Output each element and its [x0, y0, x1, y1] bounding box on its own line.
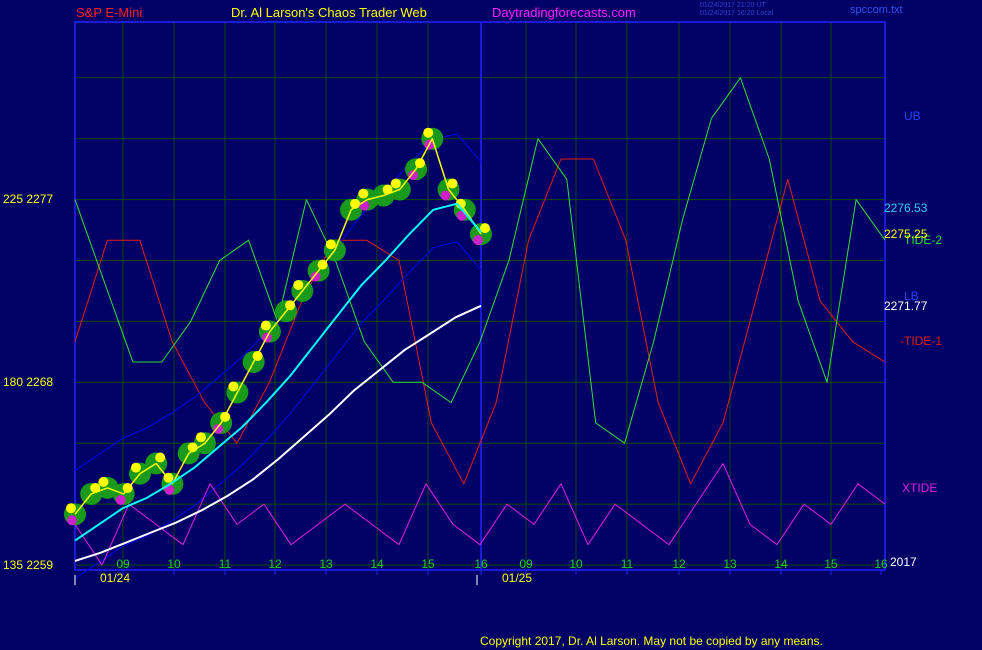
lower-band-line: [74, 241, 482, 580]
copyright-notice: Copyright 2017, Dr. Al Larson. May not b…: [480, 634, 823, 648]
x-tick-label: 13: [319, 557, 333, 571]
price-low-dot: [440, 190, 451, 201]
price-high-dot: [195, 432, 206, 443]
series-ema-long-line: [74, 304, 482, 562]
x-tick-label: 12: [672, 557, 686, 571]
x-tick-label: 14: [370, 557, 384, 571]
year-label: 2017: [890, 555, 917, 569]
price-low-dot: [67, 515, 77, 526]
price-high-dot: [358, 188, 369, 199]
price-high-dot: [98, 476, 109, 487]
x-tick-label: 15: [824, 557, 838, 571]
price-high-dot: [390, 178, 401, 189]
x-tick-label: 11: [621, 557, 634, 571]
y-tick-label: 225 2277: [3, 192, 53, 206]
price-high-dot: [66, 503, 76, 514]
tide1-label: -TIDE-1: [900, 334, 942, 348]
value-label-ema-long: 2271.77: [884, 299, 928, 313]
price-low-dot: [213, 423, 224, 434]
price-high-dot: [325, 239, 336, 250]
x-tick-label: 16: [474, 557, 488, 571]
series-ema-short-line: [74, 202, 482, 542]
grid-lines: [75, 22, 885, 570]
x-tick-label: 13: [723, 557, 737, 571]
x-tick-label: 16: [874, 557, 888, 571]
y-tick-label: 180 2268: [3, 375, 53, 389]
price-low-dot: [310, 271, 321, 282]
ub-label: UB: [904, 109, 921, 123]
value-label-ema-short: 2276.53: [884, 201, 928, 215]
price-high-dot: [155, 452, 166, 463]
x-tick-label: 15: [421, 557, 435, 571]
x-tick-label: 10: [167, 557, 181, 571]
x-tick-label: 11: [219, 557, 232, 571]
x-tick-label: 14: [774, 557, 788, 571]
x-tick-label: 09: [116, 557, 130, 571]
price-high-dot: [423, 127, 434, 138]
price-low-dot: [115, 494, 126, 505]
price-high-dot: [447, 178, 458, 189]
price-low-dot: [473, 235, 483, 246]
date-label: 01/25: [502, 571, 532, 585]
value-label-price: 2275.25: [884, 227, 928, 241]
y-tick-label: 135 2259: [3, 558, 53, 572]
xtide-label: XTIDE: [902, 481, 937, 495]
x-tick-label: 09: [519, 557, 533, 571]
chaos-chart: 225 2277 180 2268 135 2259 09 10 11 12 13 14 15 16…: [3, 21, 942, 585]
price-high-dot: [228, 381, 239, 392]
x-tick-label: 10: [569, 557, 583, 571]
price-high-dot: [130, 462, 141, 473]
date-label: 01/24: [100, 571, 130, 585]
plot-frame: [74, 21, 886, 571]
series-xtide-line: [74, 463, 886, 566]
upper-band-line: [74, 133, 482, 472]
x-tick-label: 12: [268, 557, 282, 571]
price-high-dot: [260, 320, 271, 331]
price-high-dot: [293, 279, 304, 290]
